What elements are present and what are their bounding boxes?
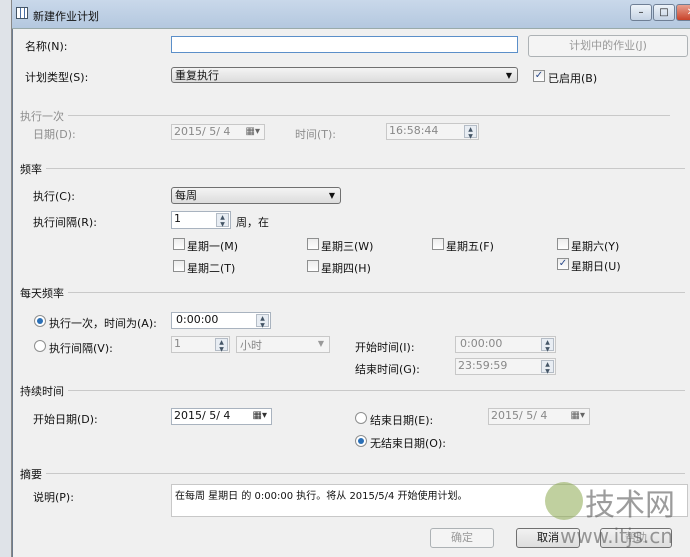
sunday-checkbox[interactable]: ✓ [557, 258, 569, 270]
sunday-label: 星期日(U) [571, 260, 621, 273]
once-time-input[interactable]: 16:58:44 ▲ ▼ [386, 123, 479, 140]
daily-unit-select[interactable]: 小时 ▼ [236, 336, 330, 353]
spinner-icon[interactable]: ▲ ▼ [215, 338, 228, 353]
group-divider [20, 292, 685, 293]
spinner-icon[interactable]: ▲ ▼ [216, 213, 229, 228]
daily-once-time-input[interactable]: 0:00:00 ▲ ▼ [171, 312, 271, 329]
start-date-value: 2015/ 5/ 4 [174, 409, 231, 422]
description-label: 说明(P): [33, 491, 74, 504]
start-time-label: 开始时间(I): [355, 341, 415, 354]
daily-once-radio[interactable] [34, 315, 46, 327]
chevron-down-icon: ▼ [317, 339, 324, 348]
start-date-label: 开始日期(D): [33, 413, 98, 426]
chevron-down-icon: ▼ [328, 191, 335, 200]
wednesday-label: 星期三(W) [321, 240, 374, 253]
occurs-select[interactable]: 每周 ▼ [171, 187, 341, 204]
window-title: 新建作业计划 [33, 10, 99, 23]
interval-value: 1 [174, 212, 181, 225]
start-time-input[interactable]: 0:00:00 ▲ ▼ [455, 336, 556, 353]
scheduled-jobs-button[interactable]: 计划中的作业(J) [528, 35, 688, 57]
calendar-icon: ▦▾ [570, 410, 585, 421]
no-end-date-radio[interactable] [355, 435, 367, 447]
friday-checkbox[interactable] [432, 238, 444, 250]
ok-button[interactable]: 确定 [430, 528, 494, 548]
start-date-picker[interactable]: 2015/ 5/ 4 ▦▾ [171, 408, 272, 425]
group-divider [20, 390, 685, 391]
watermark-logo-icon [545, 482, 583, 520]
calendar-icon: ▦▾ [245, 126, 260, 137]
once-time-value: 16:58:44 [389, 124, 439, 137]
daily-unit-value: 小时 [240, 339, 262, 352]
frequency-group-label: 频率 [20, 161, 46, 177]
end-time-input[interactable]: 23:59:59 ▲ ▼ [455, 358, 556, 375]
wednesday-checkbox[interactable] [307, 238, 319, 250]
daily-every-value: 1 [174, 337, 181, 350]
interval-label: 执行间隔(R): [33, 216, 97, 229]
end-time-label: 结束时间(G): [355, 363, 420, 376]
once-date-picker[interactable]: 2015/ 5/ 4 ▦▾ [171, 124, 265, 140]
daily-every-radio[interactable] [34, 340, 46, 352]
interval-input[interactable]: 1 ▲ ▼ [171, 211, 231, 229]
name-input[interactable] [171, 36, 518, 53]
duration-group-label: 持续时间 [20, 383, 68, 399]
start-time-value: 0:00:00 [460, 337, 503, 350]
enabled-checkbox[interactable]: ✓ [533, 70, 545, 82]
saturday-label: 星期六(Y) [571, 240, 620, 253]
daily-once-label: 执行一次，时间为(A): [49, 317, 157, 330]
once-date-value: 2015/ 5/ 4 [174, 125, 231, 138]
once-group-label: 执行一次 [20, 108, 68, 124]
end-date-radio[interactable] [355, 412, 367, 424]
group-divider [20, 473, 685, 474]
schedule-type-label: 计划类型(S): [25, 71, 89, 84]
daily-every-input[interactable]: 1 ▲ ▼ [171, 336, 230, 353]
tuesday-label: 星期二(T) [187, 262, 236, 275]
chevron-down-icon: ▼ [505, 71, 512, 80]
watermark-url: www.itjs.cn [560, 524, 673, 548]
enabled-label: 已启用(B) [548, 72, 598, 85]
end-date-picker[interactable]: 2015/ 5/ 4 ▦▾ [488, 408, 590, 425]
background-window [0, 0, 12, 557]
no-end-date-label: 无结束日期(O): [370, 437, 446, 450]
end-date-label: 结束日期(E): [370, 414, 434, 427]
tuesday-checkbox[interactable] [173, 260, 185, 272]
spinner-icon[interactable]: ▲ ▼ [256, 314, 269, 329]
end-date-value: 2015/ 5/ 4 [491, 409, 548, 422]
maximize-button[interactable]: □ [653, 4, 675, 21]
title-bar[interactable] [12, 0, 690, 29]
schedule-type-value: 重复执行 [175, 69, 219, 82]
calendar-icon: ▦▾ [252, 410, 267, 421]
interval-suffix: 周，在 [236, 216, 269, 229]
daily-once-time-value: 0:00:00 [176, 313, 219, 326]
group-divider [20, 115, 670, 116]
schedule-type-select[interactable]: 重复执行 ▼ [171, 67, 518, 83]
spinner-icon[interactable]: ▲ ▼ [464, 125, 477, 140]
close-button[interactable]: ✕ [676, 4, 690, 21]
once-time-label: 时间(T): [295, 128, 337, 141]
friday-label: 星期五(F) [446, 240, 494, 253]
daily-every-label: 执行间隔(V): [49, 342, 113, 355]
thursday-label: 星期四(H) [321, 262, 371, 275]
occurs-value: 每周 [175, 189, 197, 202]
summary-group-label: 摘要 [20, 466, 46, 482]
occurs-label: 执行(C): [33, 190, 75, 203]
group-divider [20, 168, 685, 169]
name-label: 名称(N): [25, 40, 68, 53]
once-date-label: 日期(D): [33, 128, 76, 141]
spinner-icon[interactable]: ▲ ▼ [541, 360, 554, 375]
window-icon [16, 7, 28, 19]
minimize-button[interactable]: – [630, 4, 652, 21]
monday-label: 星期一(M) [187, 240, 239, 253]
watermark-logo: 技术网 [585, 488, 675, 523]
end-time-value: 23:59:59 [458, 359, 508, 372]
saturday-checkbox[interactable] [557, 238, 569, 250]
thursday-checkbox[interactable] [307, 260, 319, 272]
daily-group-label: 每天频率 [20, 285, 68, 301]
spinner-icon[interactable]: ▲ ▼ [541, 338, 554, 353]
monday-checkbox[interactable] [173, 238, 185, 250]
